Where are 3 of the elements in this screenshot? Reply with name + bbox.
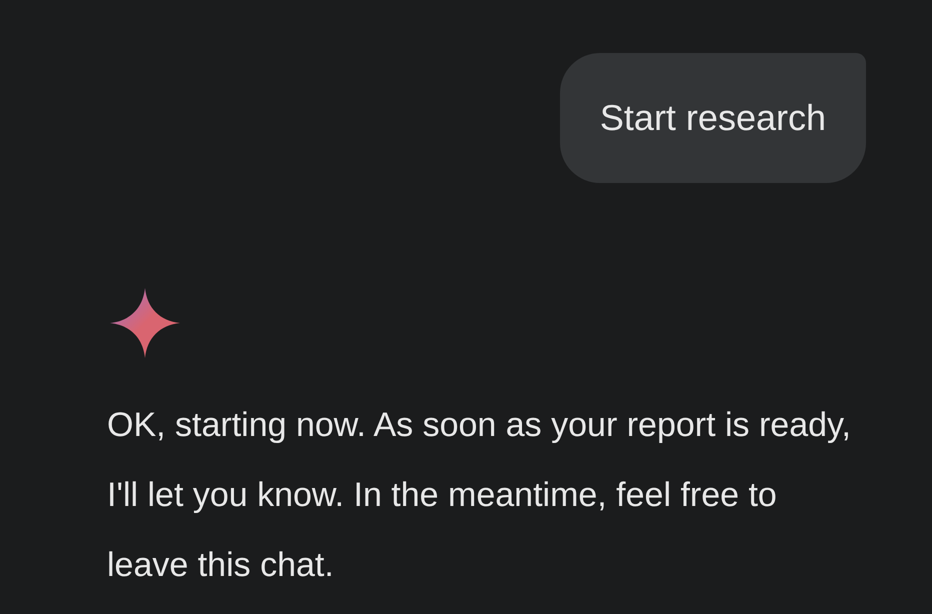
user-message: Start research — [560, 53, 866, 183]
assistant-message: OK, starting now. As soon as your report is ready, I'll let you know. In the meantime, feel free to leave this chat. — [107, 405, 852, 586]
sparkle-icon — [110, 288, 180, 358]
